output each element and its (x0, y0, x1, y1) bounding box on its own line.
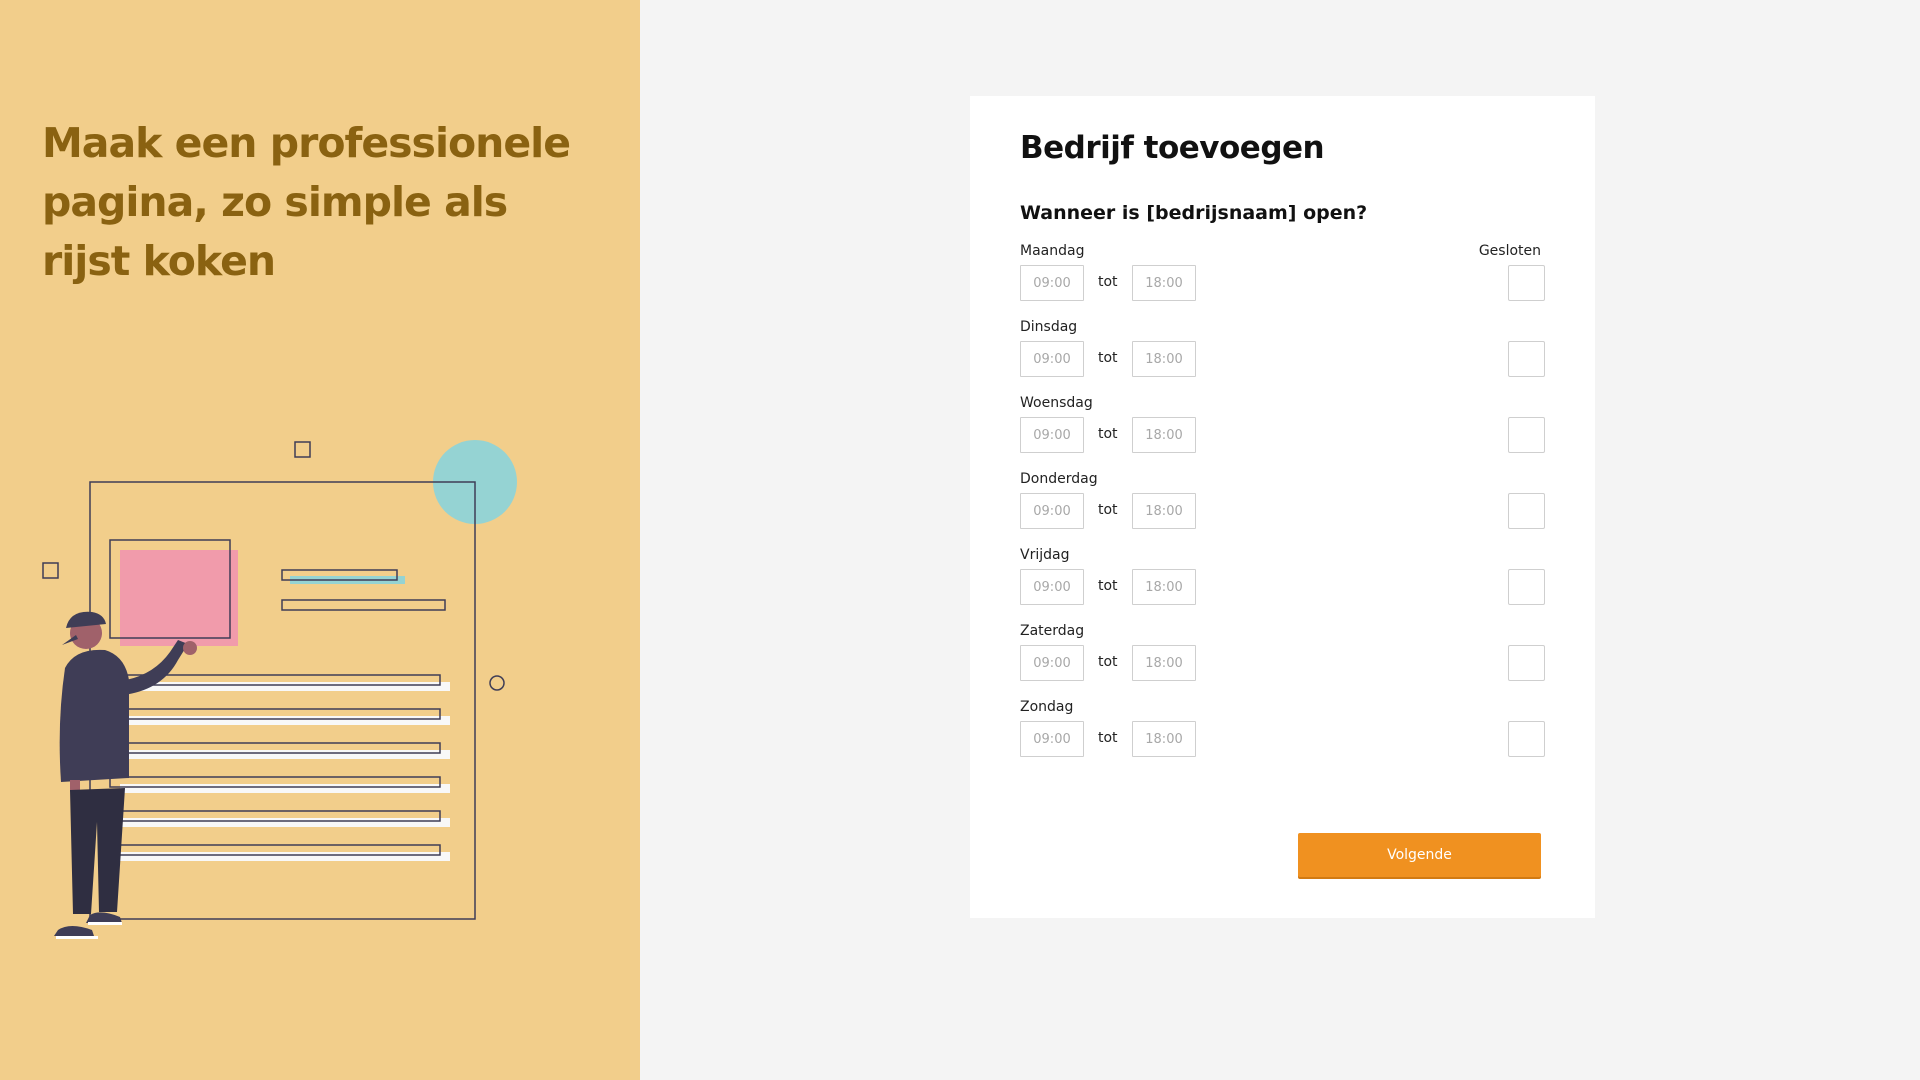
open-time-input[interactable] (1020, 721, 1084, 757)
tot-separator: tot (1098, 350, 1118, 366)
card-title: Bedrijf toevoegen (1020, 130, 1325, 166)
deco-square-top (294, 441, 311, 458)
close-time-input[interactable] (1132, 341, 1196, 377)
next-button[interactable]: Volgende (1298, 833, 1541, 877)
image-placeholder-pink (120, 550, 238, 646)
closed-checkbox[interactable] (1508, 721, 1545, 757)
open-time-input[interactable] (1020, 265, 1084, 301)
heading-bar-2 (281, 599, 446, 611)
closed-checkbox[interactable] (1508, 645, 1545, 681)
day-label: Donderdag (1020, 471, 1098, 487)
open-time-input[interactable] (1020, 645, 1084, 681)
closed-checkbox[interactable] (1508, 569, 1545, 605)
day-row-woensdag: Woensdag tot (1020, 395, 1545, 465)
tot-separator: tot (1098, 654, 1118, 670)
open-time-input[interactable] (1020, 493, 1084, 529)
open-time-input[interactable] (1020, 341, 1084, 377)
deco-square-left (42, 562, 59, 579)
open-time-input[interactable] (1020, 417, 1084, 453)
day-label: Dinsdag (1020, 319, 1078, 335)
closed-checkbox[interactable] (1508, 265, 1545, 301)
text-lines (109, 674, 450, 861)
tot-separator: tot (1098, 730, 1118, 746)
add-business-card: Bedrijf toevoegen Wanneer is [bedrijsnaa… (970, 96, 1595, 918)
close-time-input[interactable] (1132, 265, 1196, 301)
left-panel: Maak een professionele pagina, zo simple… (0, 0, 640, 1080)
tot-separator: tot (1098, 502, 1118, 518)
day-label: Zondag (1020, 699, 1074, 715)
tot-separator: tot (1098, 426, 1118, 442)
day-label: Zaterdag (1020, 623, 1085, 639)
deco-circle-small (489, 675, 505, 691)
close-time-input[interactable] (1132, 721, 1196, 757)
close-time-input[interactable] (1132, 569, 1196, 605)
day-label: Maandag (1020, 243, 1085, 259)
tot-separator: tot (1098, 578, 1118, 594)
day-label: Woensdag (1020, 395, 1093, 411)
opening-hours-question: Wanneer is [bedrijsnaam] open? (1020, 202, 1368, 224)
illustration-person-with-document (42, 440, 517, 939)
day-label: Vrijdag (1020, 547, 1070, 563)
day-row-zondag: Zondag tot (1020, 699, 1545, 769)
tot-separator: tot (1098, 274, 1118, 290)
closed-checkbox[interactable] (1508, 417, 1545, 453)
day-row-donderdag: Donderdag tot (1020, 471, 1545, 541)
closed-checkbox[interactable] (1508, 341, 1545, 377)
day-row-dinsdag: Dinsdag tot (1020, 319, 1545, 389)
day-row-zaterdag: Zaterdag tot (1020, 623, 1545, 693)
person-figure (54, 611, 197, 939)
open-time-input[interactable] (1020, 569, 1084, 605)
close-time-input[interactable] (1132, 493, 1196, 529)
hero-title: Maak een professionele pagina, zo simple… (42, 119, 571, 285)
close-time-input[interactable] (1132, 645, 1196, 681)
close-time-input[interactable] (1132, 417, 1196, 453)
day-row-vrijdag: Vrijdag tot (1020, 547, 1545, 617)
closed-checkbox[interactable] (1508, 493, 1545, 529)
day-row-maandag: Maandag tot (1020, 243, 1545, 313)
